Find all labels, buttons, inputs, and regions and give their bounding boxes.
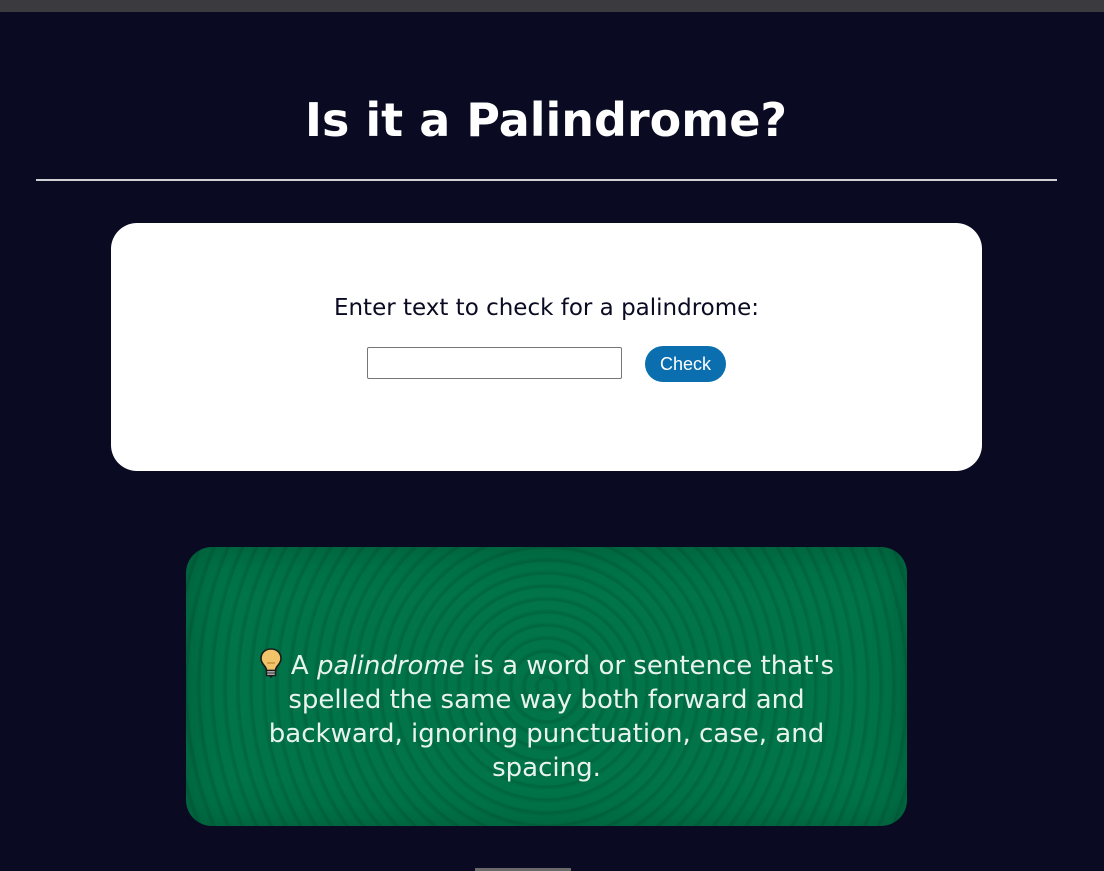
info-panel: A palindrome is a word or sentence that'…	[186, 547, 907, 826]
input-label: Enter text to check for a palindrome:	[333, 295, 760, 321]
text-input[interactable]	[367, 347, 622, 379]
browser-top-bar	[0, 0, 1104, 12]
checker-card: Enter text to check for a palindrome: Ch…	[111, 223, 982, 471]
palindrome-definition: A palindrome is a word or sentence that'…	[226, 647, 867, 785]
check-button[interactable]: Check	[645, 346, 726, 382]
definition-term: palindrome	[316, 651, 465, 681]
lightbulb-icon	[260, 648, 282, 678]
definition-intro: A	[290, 651, 317, 681]
page-title: Is it a Palindrome?	[304, 93, 788, 147]
title-divider	[36, 179, 1057, 181]
